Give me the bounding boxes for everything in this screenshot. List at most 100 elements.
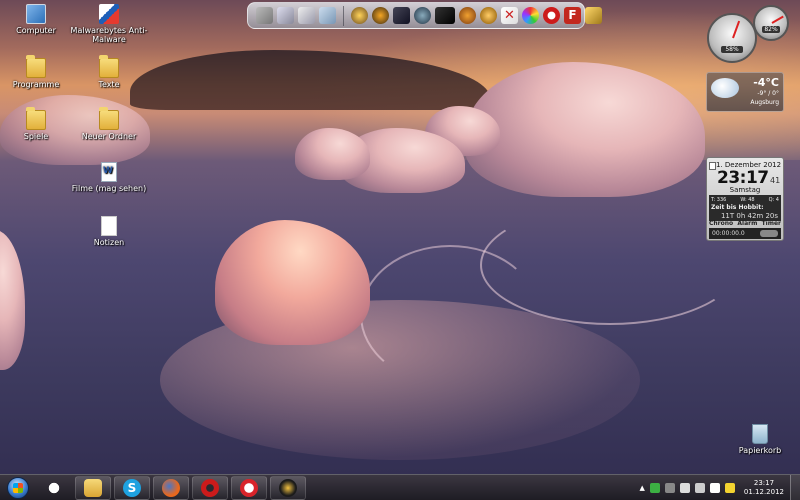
- desktop-icon-label: Notizen: [93, 238, 125, 247]
- taskbar-skype[interactable]: S: [114, 475, 150, 500]
- desktop-icon-label: Computer: [16, 26, 56, 35]
- tab-alarm[interactable]: Alarm: [737, 220, 757, 227]
- dock-separator: [343, 5, 344, 26]
- taskbar-firefox[interactable]: [153, 475, 189, 500]
- app-dock: ✕ F: [247, 2, 602, 29]
- dock-computer-icon[interactable]: [277, 7, 294, 24]
- desktop-icon-label: Spiele: [23, 132, 49, 141]
- countdown-label: Zeit bis Hobbit:: [711, 204, 764, 211]
- clock-day: Samstag: [729, 186, 761, 194]
- itunes-icon: [240, 478, 258, 497]
- text-file-icon: [101, 216, 117, 236]
- dock-documents-icon[interactable]: [298, 7, 315, 24]
- dock-tools-icon[interactable]: [256, 7, 273, 24]
- desktop-icon-label: Malwarebytes Anti-Malware: [70, 26, 148, 44]
- dock-color-picker-icon[interactable]: [522, 7, 539, 24]
- desktop-icon-label: Papierkorb: [738, 446, 782, 455]
- desktop-icon-label: Programme: [12, 80, 60, 89]
- show-desktop-button[interactable]: [790, 474, 800, 500]
- taskbar-winamp[interactable]: [270, 475, 306, 500]
- dock-app-icon[interactable]: [480, 7, 497, 24]
- memory-gauge: 82%: [753, 5, 789, 41]
- malwarebytes-icon: [99, 4, 119, 24]
- tab-timer[interactable]: Timer: [762, 220, 781, 227]
- weather-range: -9° / 0°: [757, 90, 779, 97]
- taskbar-pin-cat[interactable]: [36, 476, 72, 500]
- folder-icon: [99, 55, 119, 78]
- dock-winamp-icon[interactable]: [435, 7, 455, 24]
- dock-app-icon[interactable]: [351, 7, 368, 24]
- desktop-icon-neuer-ordner[interactable]: Neuer Ordner: [63, 107, 155, 141]
- clock-time: 23:17: [717, 168, 769, 188]
- folder-icon: [99, 107, 119, 130]
- skype-icon: S: [123, 478, 141, 497]
- desktop-icon-label: Neuer Ordner: [81, 132, 137, 141]
- taskbar: S ▲ 23:17 01.12.2012: [0, 474, 800, 500]
- clock-tabs: Chrono Alarm Timer: [709, 220, 781, 227]
- timer-display: 00:00:00.0: [709, 228, 781, 239]
- memory-percent: 82%: [762, 26, 780, 34]
- timer-value: 00:00:00.0: [712, 230, 745, 237]
- cpu-percent: 58%: [721, 45, 743, 53]
- dock-app-icon[interactable]: [459, 7, 476, 24]
- dock-folder-icon[interactable]: [319, 7, 336, 24]
- dock-close-app-icon[interactable]: ✕: [501, 7, 518, 24]
- clock-stats: T: 336 W: 48 Q: 4: [711, 197, 779, 203]
- snow-cloud-icon: [711, 78, 739, 98]
- action-center-flag-icon[interactable]: [709, 482, 720, 493]
- clock-stat: Q: 4: [768, 197, 779, 203]
- weather-gadget[interactable]: -4°C -9° / 0° Augsburg: [706, 72, 784, 112]
- explorer-folder-icon: [84, 478, 102, 497]
- dock-tool-icon[interactable]: [585, 7, 602, 24]
- desktop-icon-texte[interactable]: Texte: [63, 55, 155, 89]
- taskbar-clock-time: 23:17: [753, 478, 775, 487]
- clock-info-band: T: 336 W: 48 Q: 4 Zeit bis Hobbit: 11T 0…: [709, 195, 781, 221]
- tab-chrono[interactable]: Chrono: [709, 220, 733, 227]
- desktop-icon-malwarebytes[interactable]: Malwarebytes Anti-Malware: [63, 4, 155, 44]
- start-button[interactable]: [3, 475, 33, 500]
- tray-app-icon[interactable]: [664, 482, 675, 493]
- tray-app-icon[interactable]: [724, 482, 735, 493]
- clock-stat: W: 48: [740, 197, 755, 203]
- desktop-icon-papierkorb[interactable]: Papierkorb: [714, 424, 800, 455]
- dock-star-icon[interactable]: [393, 7, 410, 24]
- desktop-icon-notizen[interactable]: Notizen: [63, 216, 155, 247]
- firefox-icon: [162, 478, 180, 497]
- winamp-icon: [279, 478, 297, 497]
- dock-opera-icon[interactable]: [543, 7, 560, 24]
- cpu-gauge: 58%: [707, 13, 757, 63]
- network-icon[interactable]: [694, 482, 705, 493]
- cat-app-icon: [45, 478, 63, 497]
- wallpaper-ice-rock: [215, 220, 370, 345]
- clock-seconds: 41: [770, 176, 781, 185]
- word-document-icon: [101, 162, 117, 182]
- show-hidden-icons-chevron-icon[interactable]: ▲: [640, 484, 645, 492]
- clock-gadget[interactable]: 1. Dezember 2012 23:17 41 Samstag T: 336…: [706, 157, 784, 241]
- folder-icon: [26, 107, 46, 130]
- clock-stat: T: 336: [711, 197, 727, 203]
- desktop: Computer Malwarebytes Anti-Malware Progr…: [0, 0, 800, 474]
- folder-icon: [26, 55, 46, 78]
- timer-toggle[interactable]: [760, 230, 778, 237]
- speaker-icon[interactable]: [679, 482, 690, 493]
- taskbar-explorer[interactable]: [75, 475, 111, 500]
- windows-logo-icon: [7, 476, 29, 499]
- desktop-icon-label: Filme (mag sehen): [71, 184, 147, 193]
- memory-needle: [771, 15, 784, 24]
- tray-app-icon[interactable]: [649, 482, 660, 493]
- dock-game-icon[interactable]: [414, 7, 431, 24]
- dock-media-player-icon[interactable]: [372, 7, 389, 24]
- wallpaper-ice-crack: [360, 245, 540, 385]
- taskbar-clock[interactable]: 23:17 01.12.2012: [744, 479, 784, 497]
- opera-icon: [201, 478, 219, 497]
- wallpaper-ice-rock: [0, 230, 25, 370]
- system-tray: ▲ 23:17 01.12.2012: [640, 479, 790, 497]
- cpu-meter-gadget[interactable]: 58% 82%: [705, 5, 800, 65]
- recycle-bin-icon: [752, 424, 768, 444]
- dock-filezilla-icon[interactable]: F: [564, 7, 581, 24]
- desktop-icon-filme[interactable]: Filme (mag sehen): [63, 162, 155, 193]
- taskbar-itunes[interactable]: [231, 475, 267, 500]
- computer-icon: [26, 4, 46, 24]
- countdown-value: 11T 0h 42m 20s: [720, 212, 778, 220]
- taskbar-opera[interactable]: [192, 475, 228, 500]
